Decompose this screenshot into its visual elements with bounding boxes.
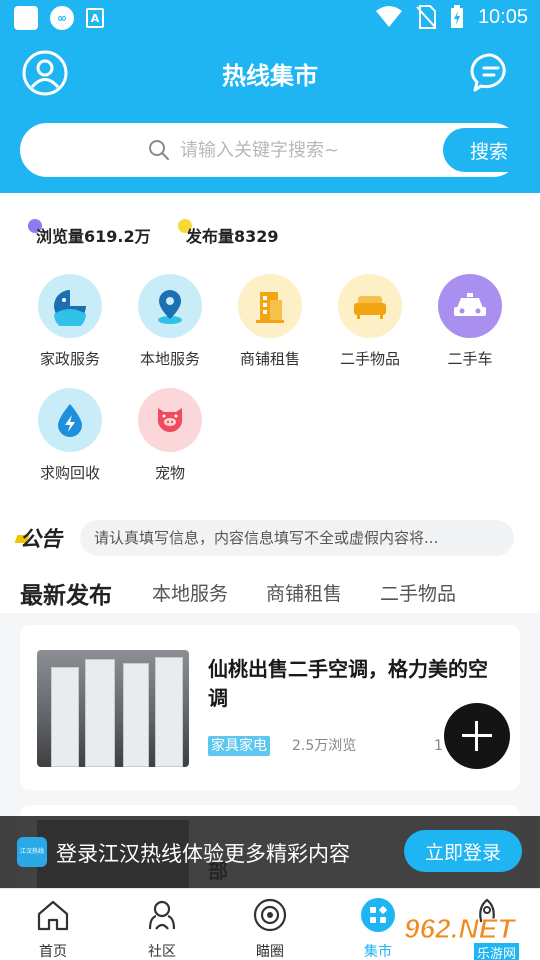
category-housekeeping[interactable]: 家政服务 bbox=[20, 274, 120, 369]
main-panel: 浏览量619.2万 发布量8329 家政服务 本地服务 商铺租售 二手物品 二手… bbox=[0, 193, 540, 613]
views-stat: 浏览量619.2万 bbox=[28, 219, 151, 247]
listing-image bbox=[37, 650, 189, 767]
category-shop-rent[interactable]: 商铺租售 bbox=[220, 274, 320, 369]
nav-circle[interactable]: 瞄圈 bbox=[235, 897, 305, 960]
status-bar: ∞ A 10:05 bbox=[0, 0, 540, 36]
listing-date: 1 bbox=[434, 738, 443, 754]
listing-tag: 家具家电 bbox=[208, 736, 270, 756]
tab-latest[interactable]: 最新发布 bbox=[20, 576, 112, 610]
car-icon bbox=[454, 293, 486, 316]
category-pet[interactable]: 宠物 bbox=[120, 388, 220, 483]
category-label: 宠物 bbox=[154, 464, 185, 482]
login-button[interactable]: 立即登录 bbox=[404, 830, 522, 872]
wifi-icon bbox=[375, 6, 402, 27]
listing-title: 仙桃出售二手空调，格力美的空调 bbox=[208, 657, 488, 710]
search-button[interactable]: 搜索 bbox=[443, 128, 535, 172]
search-icon bbox=[149, 140, 169, 160]
category-label: 二手车 bbox=[447, 350, 493, 368]
posts-stat: 发布量8329 bbox=[178, 219, 279, 247]
search-bar: 搜索 bbox=[20, 123, 535, 177]
building-icon bbox=[256, 292, 284, 323]
no-sim-icon bbox=[416, 5, 436, 29]
battery-charging-icon bbox=[450, 5, 463, 28]
font-notification-icon: A bbox=[86, 8, 104, 28]
login-prompt-text: 登录江汉热线体验更多精彩内容 bbox=[56, 842, 350, 866]
home-icon bbox=[37, 900, 69, 931]
watermark-brand: 962.NET bbox=[404, 913, 515, 945]
category-label: 本地服务 bbox=[139, 350, 200, 368]
tab-second-hand[interactable]: 二手物品 bbox=[380, 579, 456, 606]
page-title: 热线集市 bbox=[222, 62, 318, 90]
listing-card[interactable]: 仙桃出售二手空调，格力美的空调 家具家电 2.5万浏览 1 bbox=[20, 625, 520, 790]
search-input[interactable] bbox=[180, 133, 435, 167]
category-label: 求购回收 bbox=[39, 464, 100, 482]
sofa-icon bbox=[354, 296, 386, 319]
header-area: ∞ A 10:05 热线集市 搜索 bbox=[0, 0, 540, 193]
market-icon bbox=[361, 898, 395, 932]
tab-bar: 最新发布 本地服务 商铺租售 二手物品 bbox=[0, 579, 540, 613]
nav-home[interactable]: 首页 bbox=[18, 897, 88, 960]
login-banner: 江汉热线 登录江汉热线体验更多精彩内容 立即登录 bbox=[0, 816, 540, 888]
housekeeping-icon bbox=[54, 290, 86, 326]
nav-community[interactable]: 社区 bbox=[127, 897, 197, 960]
category-label: 商铺租售 bbox=[239, 350, 300, 368]
tab-shop-rent[interactable]: 商铺租售 bbox=[266, 579, 342, 606]
add-post-button[interactable] bbox=[444, 703, 510, 769]
category-second-hand[interactable]: 二手物品 bbox=[320, 274, 420, 369]
message-icon[interactable] bbox=[470, 52, 512, 94]
category-recycle[interactable]: 求购回收 bbox=[20, 388, 120, 483]
posts-count: 发布量8329 bbox=[186, 227, 279, 246]
clock: 10:05 bbox=[477, 5, 528, 28]
notice-text: 请认真填写信息，内容信息填写不全或虚假内容将... bbox=[80, 520, 514, 556]
category-local-service[interactable]: 本地服务 bbox=[120, 274, 220, 369]
category-label: 二手物品 bbox=[339, 350, 400, 368]
pig-icon bbox=[157, 408, 183, 433]
notice-bar[interactable]: 公告 请认真填写信息，内容信息填写不全或虚假内容将... bbox=[0, 518, 540, 558]
location-pin-icon bbox=[158, 290, 182, 324]
watermark-sub: 乐游网 bbox=[474, 943, 520, 960]
site-watermark: 962.NET 乐游网 bbox=[404, 905, 540, 960]
category-used-car[interactable]: 二手车 bbox=[420, 274, 520, 369]
app-logo: 江汉热线 bbox=[17, 837, 47, 867]
tab-local-service[interactable]: 本地服务 bbox=[152, 579, 228, 606]
listing-views: 2.5万浏览 bbox=[292, 738, 357, 754]
app-notification-icon: ∞ bbox=[50, 6, 74, 30]
category-label: 家政服务 bbox=[39, 350, 100, 368]
nav-market[interactable]: 集市 bbox=[343, 897, 413, 960]
circle-icon bbox=[253, 898, 287, 932]
notification-square-icon bbox=[14, 6, 38, 30]
water-drop-icon bbox=[58, 404, 82, 437]
views-count: 浏览量619.2万 bbox=[36, 227, 151, 246]
notice-logo: 公告 bbox=[14, 523, 62, 553]
community-icon bbox=[148, 900, 176, 930]
